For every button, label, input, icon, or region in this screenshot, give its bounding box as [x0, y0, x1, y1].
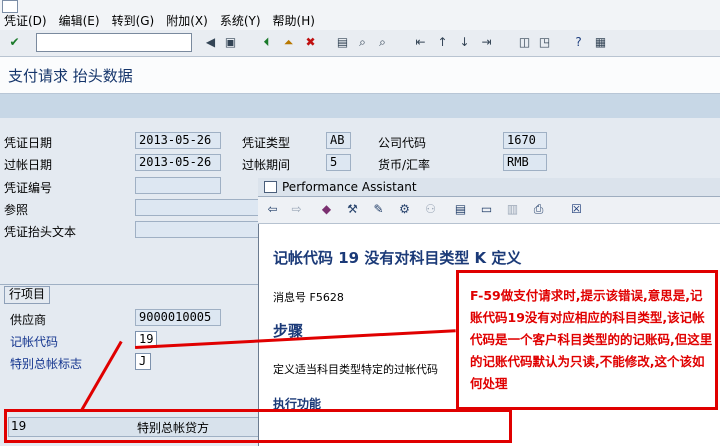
first-page-icon[interactable]: ⇤: [412, 34, 429, 51]
annotation-highlight-box: [4, 409, 512, 443]
posting-date-label: 过帐日期: [4, 158, 53, 172]
command-field[interactable]: [36, 33, 192, 52]
group-icon[interactable]: ⚇: [422, 201, 439, 218]
doc-no-field[interactable]: [135, 177, 221, 194]
doc-no-label: 凭证编号: [4, 181, 53, 195]
menu-edit[interactable]: 编辑(E): [59, 12, 100, 29]
settings-icon[interactable]: ⚙: [396, 201, 413, 218]
posting-date-field[interactable]: 2013-05-26: [135, 154, 221, 171]
menu-bar: 凭证(D) 编辑(E) 转到(G) 附加(X) 系统(Y) 帮助(H): [0, 0, 720, 31]
window-icon: [264, 181, 277, 193]
menu-goto[interactable]: 转到(G): [112, 12, 155, 29]
find-next-icon[interactable]: ⌕: [374, 34, 391, 51]
doc-type-label: 凭证类型: [242, 136, 291, 150]
back-arrow-icon[interactable]: ⇦: [264, 201, 281, 218]
display-icon[interactable]: ▭: [478, 201, 495, 218]
menu-items: 凭证(D) 编辑(E) 转到(G) 附加(X) 系统(Y) 帮助(H): [4, 12, 327, 29]
prev-page-icon[interactable]: ↑: [434, 34, 451, 51]
layout-icon[interactable]: ▦: [592, 34, 609, 51]
menu-document[interactable]: 凭证(D): [4, 12, 47, 29]
currency-field[interactable]: RMB: [503, 154, 547, 171]
menu-system[interactable]: 系统(Y): [220, 12, 261, 29]
special-gl-label: 特别总帐标志: [10, 357, 83, 371]
doc-type-field[interactable]: AB: [326, 132, 351, 149]
print-icon[interactable]: ▤: [334, 34, 351, 51]
error-heading: 记帐代码 19 没有对科目类型 K 定义: [273, 249, 522, 267]
doc-date-label: 凭证日期: [4, 136, 53, 150]
company-code-field[interactable]: 1670: [503, 132, 547, 149]
print-icon[interactable]: ⎙: [530, 201, 547, 218]
library-icon[interactable]: ▥: [504, 201, 521, 218]
close-icon[interactable]: ☒: [568, 201, 585, 218]
menu-extras[interactable]: 附加(X): [166, 12, 208, 29]
vendor-field[interactable]: 9000010005: [135, 309, 221, 326]
doc-date-field[interactable]: 2013-05-26: [135, 132, 221, 149]
last-page-icon[interactable]: ⇥: [478, 34, 495, 51]
cancel-icon[interactable]: ✖: [302, 34, 319, 51]
header-text-field[interactable]: [135, 221, 259, 238]
special-gl-field[interactable]: J: [135, 353, 151, 370]
period-label: 过帐期间: [242, 158, 291, 172]
screen-title-bar: 支付请求 抬头数据: [0, 57, 720, 94]
next-page-icon[interactable]: ↓: [456, 34, 473, 51]
message-number: 消息号 F5628: [273, 291, 344, 304]
help-icon[interactable]: ?: [570, 34, 587, 51]
shortcut-icon[interactable]: ◳: [536, 34, 553, 51]
currency-label: 货币/汇率: [378, 158, 431, 172]
forward-arrow-icon[interactable]: ⇨: [288, 201, 305, 218]
triangle-left-icon[interactable]: ◀: [202, 34, 219, 51]
performance-assistant-title: Performance Assistant: [282, 180, 417, 194]
edit-icon[interactable]: ✎: [370, 201, 387, 218]
header-text-label: 凭证抬头文本: [4, 225, 77, 239]
line-item-group-title: 行项目: [4, 286, 51, 304]
enter-icon[interactable]: ✔: [6, 34, 23, 51]
period-field[interactable]: 5: [326, 154, 351, 171]
create-session-icon[interactable]: ◫: [516, 34, 533, 51]
definition-text: 定义适当科目类型特定的过帐代码: [273, 363, 438, 376]
performance-assistant-titlebar[interactable]: Performance Assistant: [258, 178, 720, 197]
technical-info-icon[interactable]: ◆: [318, 201, 335, 218]
company-code-label: 公司代码: [378, 136, 427, 150]
application-toolbar: [0, 94, 720, 118]
screen-title: 支付请求 抬头数据: [8, 67, 133, 85]
menu-help[interactable]: 帮助(H): [273, 12, 315, 29]
back-icon[interactable]: ⏴: [258, 34, 275, 51]
vendor-label: 供应商: [10, 313, 47, 327]
save-icon[interactable]: ▣: [222, 34, 239, 51]
exit-icon[interactable]: ⏶: [280, 34, 297, 51]
performance-assistant-toolbar: ⇦ ⇨ ◆ ⚒ ✎ ⚙ ⚇ ▤ ▭ ▥ ⎙ ☒: [258, 197, 720, 224]
reference-field[interactable]: [135, 199, 259, 216]
annotation-note: F-59做支付请求时,提示该错误,意思是,记账代码19没有对应相应的科目类型,该…: [456, 270, 718, 410]
reference-label: 参照: [4, 203, 29, 217]
find-icon[interactable]: ⌕: [354, 34, 371, 51]
table-icon[interactable]: ▤: [452, 201, 469, 218]
tools-icon[interactable]: ⚒: [344, 201, 361, 218]
annotation-text: F-59做支付请求时,提示该错误,意思是,记账代码19没有对应相应的科目类型,该…: [470, 288, 713, 391]
posting-key-label: 记帐代码: [10, 335, 59, 349]
